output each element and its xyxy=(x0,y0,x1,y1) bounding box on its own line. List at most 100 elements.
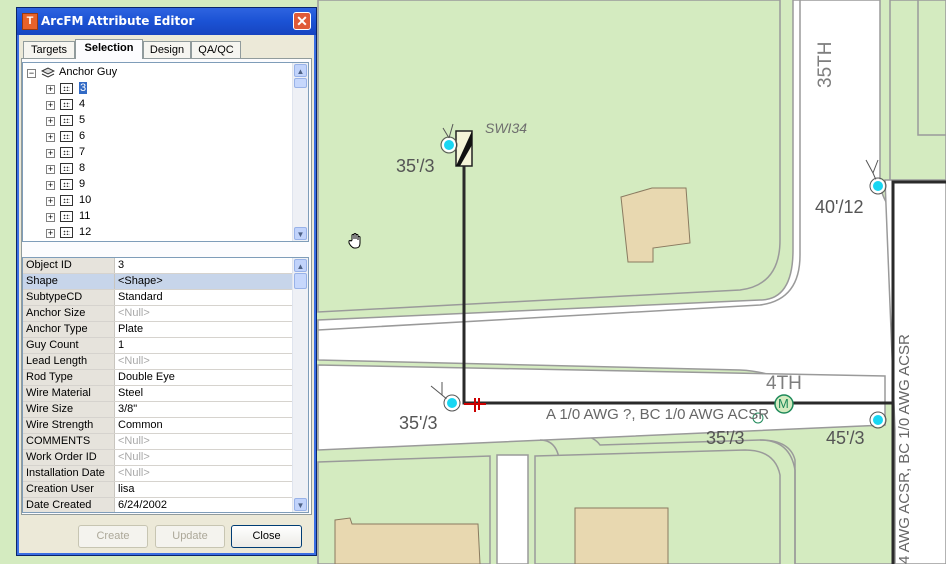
attribute-row[interactable]: Installation Date <Null> xyxy=(23,466,293,482)
grid-scrollbar[interactable]: ▲ ▼ xyxy=(292,258,308,512)
tree-item[interactable]: +8 xyxy=(23,161,293,177)
scroll-up-arrow-icon[interactable]: ▲ xyxy=(294,64,307,77)
update-button[interactable]: Update xyxy=(155,525,225,548)
attribute-value[interactable]: Steel xyxy=(115,386,293,401)
attribute-name: Wire Strength xyxy=(23,418,115,433)
attribute-value[interactable]: <Null> xyxy=(115,434,293,449)
attribute-value[interactable]: <Shape> xyxy=(115,274,293,289)
attribute-row[interactable]: Wire Material Steel xyxy=(23,386,293,402)
attribute-name: Creation User xyxy=(23,482,115,497)
close-window-button[interactable]: ✕ xyxy=(293,12,311,30)
switch-symbol[interactable] xyxy=(455,130,473,167)
tree-scrollbar[interactable]: ▲ ▼ xyxy=(292,63,308,241)
meter-letter: M xyxy=(778,396,789,411)
attribute-row[interactable]: Work Order ID <Null> xyxy=(23,450,293,466)
tab-strip: Targets Selection Design QA/QC xyxy=(21,39,312,59)
pole-label: 35'/3 xyxy=(399,413,438,433)
tree-item[interactable]: +10 xyxy=(23,193,293,209)
scroll-down-arrow-icon[interactable]: ▼ xyxy=(294,498,307,511)
attribute-row[interactable]: Guy Count 1 xyxy=(23,338,293,354)
feature-icon xyxy=(60,115,73,126)
attribute-row[interactable]: Anchor Type Plate xyxy=(23,322,293,338)
title-bar[interactable]: T ArcFM Attribute Editor ✕ xyxy=(17,8,316,35)
attribute-grid[interactable]: Object ID 3 Shape <Shape> SubtypeCD Standard A… xyxy=(22,257,309,513)
tree-item[interactable]: +5 xyxy=(23,113,293,129)
create-button[interactable]: Create xyxy=(78,525,148,548)
tab-selection[interactable]: Selection xyxy=(75,39,143,59)
expand-icon[interactable]: + xyxy=(46,117,55,126)
expand-icon[interactable]: + xyxy=(46,133,55,142)
street-label-35th: 35TH xyxy=(815,41,836,88)
expand-icon[interactable]: + xyxy=(46,229,55,238)
tree-root-anchor-guy[interactable]: − Anchor Guy xyxy=(23,65,293,81)
tree-item[interactable]: +3 xyxy=(23,81,293,97)
attribute-value[interactable]: 3 xyxy=(115,258,293,273)
attribute-value[interactable]: <Null> xyxy=(115,466,293,481)
attribute-row[interactable]: SubtypeCD Standard xyxy=(23,290,293,306)
expand-icon[interactable]: + xyxy=(46,165,55,174)
attribute-value[interactable]: Common xyxy=(115,418,293,433)
attribute-value[interactable]: 6/24/2002 xyxy=(115,498,293,512)
attribute-name: Rod Type xyxy=(23,370,115,385)
tree-item-label: 10 xyxy=(79,194,92,206)
selection-tree[interactable]: − Anchor Guy +3 +4 +5 +6 +7 +8 +9 +10 +11 +12 ▲ ▼ xyxy=(22,62,309,242)
attribute-row[interactable]: COMMENTS <Null> xyxy=(23,434,293,450)
attribute-row[interactable]: Object ID 3 xyxy=(23,258,293,274)
pole-marker[interactable] xyxy=(871,413,885,427)
attribute-value[interactable]: Plate xyxy=(115,322,293,337)
expand-icon[interactable]: + xyxy=(46,85,55,94)
attribute-row[interactable]: Wire Size 3/8" xyxy=(23,402,293,418)
attribute-row[interactable]: Lead Length <Null> xyxy=(23,354,293,370)
attribute-value[interactable]: Standard xyxy=(115,290,293,305)
attribute-value[interactable]: 3/8" xyxy=(115,402,293,417)
tab-qaqc[interactable]: QA/QC xyxy=(191,41,241,58)
expand-icon[interactable]: + xyxy=(46,197,55,206)
attribute-value[interactable]: <Null> xyxy=(115,450,293,465)
attribute-row[interactable]: Anchor Size <Null> xyxy=(23,306,293,322)
tree-item[interactable]: +7 xyxy=(23,145,293,161)
tree-item[interactable]: +12 xyxy=(23,225,293,241)
pole-marker[interactable] xyxy=(442,138,456,152)
collapse-icon[interactable]: − xyxy=(27,69,36,78)
tree-item[interactable]: +6 xyxy=(23,129,293,145)
attribute-name: Guy Count xyxy=(23,338,115,353)
attribute-value[interactable]: <Null> xyxy=(115,306,293,321)
pan-hand-cursor xyxy=(348,233,361,249)
feature-icon xyxy=(60,83,73,94)
scroll-thumb[interactable] xyxy=(294,273,307,289)
attribute-name: Wire Size xyxy=(23,402,115,417)
scroll-down-arrow-icon[interactable]: ▼ xyxy=(294,227,307,240)
feature-layer-icon xyxy=(41,67,55,78)
attribute-row[interactable]: Shape <Shape> xyxy=(23,274,293,290)
expand-icon[interactable]: + xyxy=(46,213,55,222)
scroll-up-arrow-icon[interactable]: ▲ xyxy=(294,259,307,272)
expand-icon[interactable]: + xyxy=(46,149,55,158)
attribute-row[interactable]: Wire Strength Common xyxy=(23,418,293,434)
pole-marker[interactable] xyxy=(445,396,459,410)
tree-item[interactable]: +11 xyxy=(23,209,293,225)
scroll-thumb[interactable] xyxy=(294,78,307,88)
tab-targets[interactable]: Targets xyxy=(23,41,75,58)
expand-icon[interactable]: + xyxy=(46,181,55,190)
feature-icon xyxy=(60,195,73,206)
attribute-value[interactable]: <Null> xyxy=(115,354,293,369)
attribute-row[interactable]: Rod Type Double Eye xyxy=(23,370,293,386)
attribute-name: Anchor Size xyxy=(23,306,115,321)
close-button[interactable]: Close xyxy=(231,525,302,548)
feature-icon xyxy=(60,211,73,222)
conductor-label: A 1/0 AWG ?, BC 1/0 AWG ACSR xyxy=(546,406,770,423)
attribute-value[interactable]: Double Eye xyxy=(115,370,293,385)
tree-item-label: 9 xyxy=(79,178,86,190)
pole-marker[interactable] xyxy=(871,179,885,193)
arcfm-app-icon: T xyxy=(22,13,38,30)
attribute-editor-window[interactable]: T ArcFM Attribute Editor ✕ Targets Selec… xyxy=(16,7,317,556)
attribute-value[interactable]: lisa xyxy=(115,482,293,497)
attribute-row[interactable]: Creation User lisa xyxy=(23,482,293,498)
expand-icon[interactable]: + xyxy=(46,101,55,110)
attribute-value[interactable]: 1 xyxy=(115,338,293,353)
tree-item[interactable]: +4 xyxy=(23,97,293,113)
tab-design[interactable]: Design xyxy=(143,41,191,58)
tree-item[interactable]: +9 xyxy=(23,177,293,193)
attribute-name: Work Order ID xyxy=(23,450,115,465)
attribute-row[interactable]: Date Created 6/24/2002 xyxy=(23,498,293,512)
